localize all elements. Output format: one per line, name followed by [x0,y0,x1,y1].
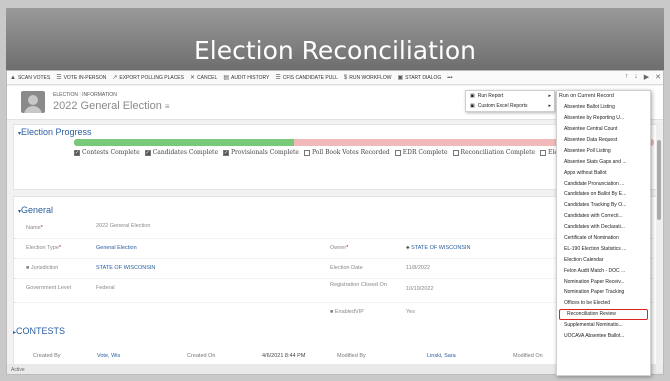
stage-label: Poll Book Votes Recorded [311,149,390,156]
report-menu-item[interactable]: Candidates on Ballot By E... [557,189,650,200]
vote-icon: ☰ [56,75,62,81]
pull-icon: ☰ [275,75,281,81]
run-report-submenu: Run on Current Record Absentee Ballot Li… [556,90,651,376]
report-menu-item[interactable]: Election Calendar [557,254,650,265]
checked-icon: ✓ [144,149,151,156]
modified-by-link[interactable]: Linski, Sara [427,353,456,359]
report-menu-item[interactable]: Reconciliation Review [559,308,648,320]
cancel-button[interactable]: ✕ CANCEL [189,74,217,82]
stage-label: Candidates Complete [152,149,218,156]
report-menu-item[interactable]: Absentee by Reporting U... [557,113,650,124]
report-menu-item[interactable]: Nomination Paper Receiv... [557,276,650,287]
run-on-current-record-item[interactable]: Run on Current Record [557,91,650,102]
export-icon: ↗ [112,75,118,81]
report-menu-item[interactable]: Candidates Tracking By O... [557,200,650,211]
avatar [21,91,45,113]
audit-history-button[interactable]: ▤ AUDIT HISTORY [223,74,269,82]
report-menu-item[interactable]: Absentee Central Count [557,124,650,135]
stage-checkbox[interactable]: Poll Book Votes Recorded [303,149,390,156]
pin-icon[interactable]: ▶ [644,73,649,81]
report-menu-item[interactable]: Nomination Paper Tracking [557,287,650,298]
history-icon: ▤ [223,75,229,81]
election-progress-title[interactable]: ▾Election Progress [18,127,92,137]
report-menu-item[interactable]: Absentee Stats Gaps and ... [557,156,650,167]
excel-icon: ▣ [470,103,475,109]
jurisdiction-link[interactable]: STATE OF WISCONSIN [96,265,155,271]
stage-checkbox[interactable]: Reconciliation Complete [452,149,536,156]
stage-label: Reconciliation Complete [460,149,536,156]
progress-stages: ✓ Contests Complete ✓ Candidates Complete ✓ P… [74,149,569,156]
report-menu-item[interactable]: Apps without Ballot [557,167,650,178]
report-menu-item[interactable]: Candidates with Correcti... [557,211,650,222]
team-icon: ♣ [406,245,410,251]
scan-votes-button[interactable]: ▲ SCAN VOTES [10,75,50,81]
owner-link[interactable]: ♣ STATE OF WISCONSIN [406,245,471,251]
report-menu-item[interactable]: Candidate Pronunciation ... [557,178,650,189]
stage-checkbox[interactable]: ✓ Provisionals Complete [223,149,299,156]
report-icon: ▣ [470,93,475,99]
menu-lines-icon[interactable]: ≡ [165,102,170,111]
lock-icon: ■ [330,309,334,315]
election-date-field[interactable]: 11/8/2022 [406,265,430,271]
export-polling-places-button[interactable]: ↗ EXPORT POLLING PLACES [112,74,184,82]
report-menu-item[interactable]: Absentee Poll Listing [557,145,650,156]
stage-checkbox[interactable]: EDR Complete [394,149,448,156]
report-menu-item[interactable]: Absentee Data Request [557,135,650,146]
name-field[interactable]: 2022 General Election [96,223,150,229]
report-menu-item[interactable]: Felon Audit Match - DOC ... [557,265,650,276]
start-dialog-button[interactable]: ▣ START DIALOG [397,74,442,82]
command-bar: ▲ SCAN VOTES ☰ VOTE IN-PERSON ↗ EXPORT POLL… [7,71,663,85]
window-controls: ↑ ↓ ▶ ✕ [625,73,661,81]
created-by-link[interactable]: Vote, Wis [97,353,120,359]
run-report-menu-item[interactable]: ▣ Run Report ▸ [466,91,554,101]
record-type: ELECTION : INFORMATION [53,92,117,98]
stage-label: Provisionals Complete [231,149,299,156]
vote-in-person-button[interactable]: ☰ VOTE IN-PERSON [56,74,106,82]
unchecked-icon [303,149,310,156]
cfis-candidate-pull-button[interactable]: ☰ CFIS CANDIDATE PULL [275,74,338,82]
enabled-vip-field[interactable]: Yes [406,309,415,315]
more-commands-button[interactable]: ••• [447,75,452,81]
election-type-link[interactable]: General Election [96,245,137,251]
workflow-icon: $ [343,74,348,81]
scan-icon: ▲ [10,74,16,81]
unchecked-icon [540,149,547,156]
stage-checkbox[interactable]: ✓ Contests Complete [74,149,140,156]
lock-icon: ■ [26,265,30,271]
dialog-icon: ▣ [397,75,404,81]
arrow-down-icon[interactable]: ↓ [634,73,638,81]
unchecked-icon [394,149,401,156]
unchecked-icon [452,149,459,156]
progress-bar-fill [74,139,295,146]
report-menu-item[interactable]: EL-190 Election Statistics ... [557,243,650,254]
checked-icon: ✓ [223,149,229,156]
contests-section-title[interactable]: ▸CONTESTS [13,326,65,336]
report-menu-item[interactable]: UOCAVA Absentee Ballot... [557,331,650,342]
report-menu-item[interactable]: Absentee Ballot Listing [557,102,650,113]
custom-excel-reports-menu-item[interactable]: ▣ Custom Excel Reports ▸ [466,101,554,111]
stage-label: EDR Complete [402,149,448,156]
government-level-field[interactable]: Federal [96,285,115,291]
chevron-right-icon: ▸ [548,103,551,109]
arrow-up-icon[interactable]: ↑ [625,73,629,81]
report-menu-item[interactable]: Certificate of Nomination [557,233,650,244]
stage-label: Contests Complete [82,149,140,156]
checked-icon: ✓ [74,149,80,156]
scrollbar-thumb[interactable] [657,140,661,220]
chevron-right-icon: ▸ [548,93,551,99]
report-menu-item[interactable]: Candidates with Declarati... [557,222,650,233]
close-icon[interactable]: ✕ [655,73,661,81]
slide-title: Election Reconciliation [193,36,476,65]
run-workflow-button[interactable]: $ RUN WORKFLOW [344,75,392,81]
report-menu-item[interactable]: Offices to be Elected [557,298,650,309]
more-commands-menu: ▣ Run Report ▸ ▣ Custom Excel Reports ▸ [465,90,555,112]
close-icon: ✕ [189,75,196,81]
record-name: 2022 General Election ≡ [53,100,170,112]
report-menu-item[interactable]: Supplemental Nominatio... [557,320,650,331]
scrollbar[interactable] [656,122,662,372]
registration-closed-field[interactable]: 10/19/2022 [406,286,434,292]
stage-checkbox[interactable]: ✓ Candidates Complete [144,149,218,156]
general-title[interactable]: ▾General [18,205,53,215]
